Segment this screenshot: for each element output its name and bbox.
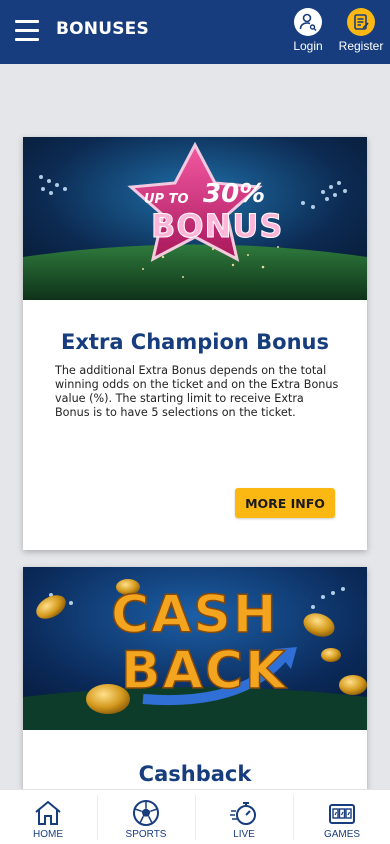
nav-home-label: HOME — [33, 829, 63, 840]
login-button[interactable]: Login — [286, 8, 330, 53]
nav-games[interactable]: GAMES — [294, 790, 390, 844]
register-form-icon — [347, 8, 375, 36]
promo-description: The additional Extra Bonus depends on th… — [55, 364, 339, 419]
nav-live-label: LIVE — [233, 829, 255, 840]
banner-up-to-text: UP TO — [144, 192, 189, 207]
nav-live[interactable]: LIVE — [196, 790, 292, 844]
banner-back-text: BACK — [120, 640, 288, 702]
cashback-banner: CASH BACK — [23, 567, 367, 730]
slot-machine-icon — [329, 804, 355, 824]
banner-bonus-text: BONUS — [150, 207, 284, 246]
promo-card-extra-champion: UP TO 30% BONUS Extra Champion Bonus The… — [23, 137, 367, 550]
stopwatch-icon — [230, 802, 256, 825]
hamburger-menu-icon[interactable] — [15, 20, 39, 42]
top-bar: BONUSES Login Register — [0, 0, 390, 64]
nav-sports[interactable]: SPORTS — [98, 790, 194, 844]
page-title: BONUSES — [56, 19, 149, 39]
soccer-ball-icon — [133, 800, 159, 826]
register-label: Register — [338, 39, 384, 53]
promo-title: Extra Champion Bonus — [61, 330, 329, 354]
banner-cash-text: CASH — [110, 584, 279, 646]
home-icon — [35, 800, 61, 825]
promo-card-cashback: CASH BACK Cashback — [23, 567, 367, 807]
login-label: Login — [293, 39, 323, 53]
nav-sports-label: SPORTS — [125, 829, 167, 840]
bottom-navigation: HOME SPORTS LIVE GAMES — [0, 789, 390, 844]
register-button[interactable]: Register — [338, 8, 384, 53]
promo-title: Cashback — [138, 762, 252, 786]
nav-home[interactable]: HOME — [0, 790, 96, 844]
extra-bonus-banner: UP TO 30% BONUS — [23, 137, 367, 300]
user-login-icon — [294, 8, 322, 36]
banner-percent-text: 30% — [203, 179, 266, 209]
more-info-button[interactable]: MORE INFO — [235, 488, 335, 518]
nav-games-label: GAMES — [323, 829, 361, 840]
